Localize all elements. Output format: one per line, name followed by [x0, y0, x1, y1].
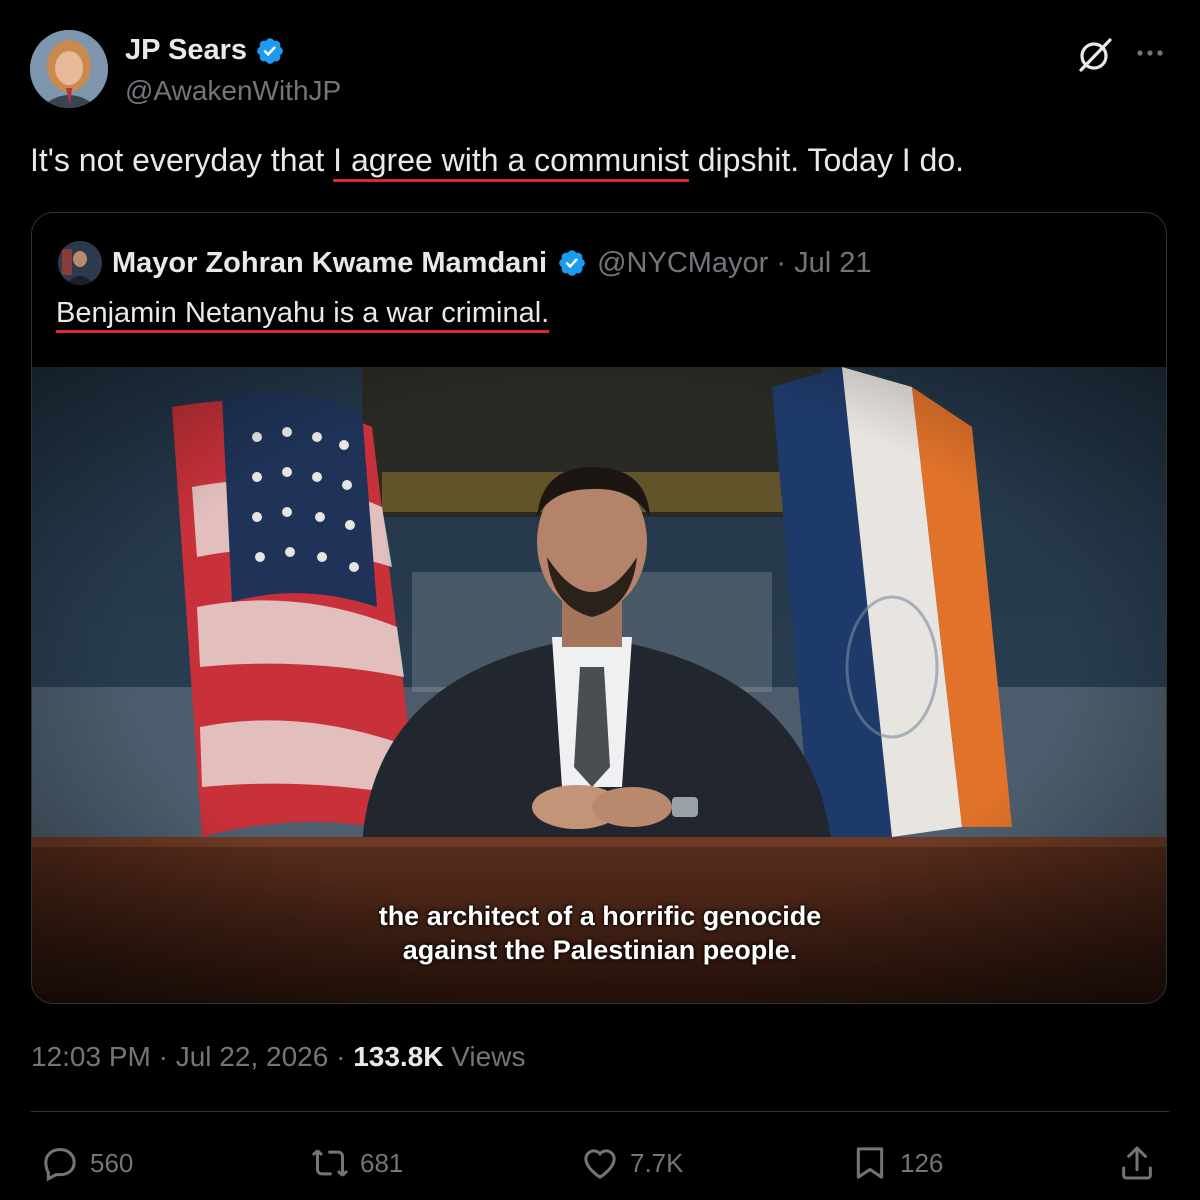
quoted-handle-date: @NYCMayor · Jul 21 — [597, 246, 872, 279]
author-handle[interactable]: @AwakenWithJP — [125, 75, 341, 107]
divider — [31, 1111, 1169, 1112]
reply-icon — [44, 1148, 76, 1182]
bookmark-count: 126 — [900, 1147, 944, 1178]
bookmark-icon — [856, 1147, 884, 1179]
views-label: Views — [443, 1041, 526, 1072]
quoted-text-highlight: Benjamin Netanyahu is a war criminal. — [56, 297, 550, 329]
share-icon — [1122, 1146, 1152, 1180]
views-count: 133.8K — [353, 1041, 444, 1072]
quoted-text: Benjamin Netanyahu is a war criminal. — [56, 297, 549, 330]
video-caption-line1: the architect of a horrific genocide — [378, 901, 822, 931]
tweet-text-before: It's not everyday that — [30, 142, 334, 178]
like-count: 7.7K — [630, 1147, 684, 1178]
video-caption-line2: against the Palestinian people. — [402, 935, 798, 965]
repost-button[interactable]: 681 — [310, 1143, 403, 1183]
tweet-meta: 12:03 PM · Jul 22, 2026 · 133.8K Views — [31, 1041, 525, 1073]
tweet-text-after: dipshit. Today I do. — [688, 142, 964, 178]
bookmark-button[interactable]: 126 — [850, 1143, 943, 1183]
author-name-row: JP Sears — [125, 34, 285, 67]
reply-count: 560 — [90, 1147, 134, 1178]
quoted-video[interactable]: the architect of a horrific genocide aga… — [32, 367, 1166, 1003]
tweet-text-highlight: I agree with a communist — [333, 142, 689, 178]
grok-icon[interactable] — [1075, 35, 1115, 75]
author-avatar[interactable] — [30, 30, 108, 108]
repost-icon — [311, 1149, 349, 1177]
author-name[interactable]: JP Sears — [125, 34, 247, 67]
quoted-tweet-card[interactable]: Mayor Zohran Kwame Mamdani @NYCMayor · J… — [31, 212, 1167, 1004]
repost-count: 681 — [360, 1147, 404, 1178]
quoted-name[interactable]: Mayor Zohran Kwame Mamdani — [112, 247, 547, 280]
video-caption: the architect of a horrific genocide aga… — [32, 899, 1166, 967]
more-icon[interactable] — [1133, 36, 1167, 70]
like-icon — [584, 1149, 616, 1179]
reply-button[interactable]: 560 — [40, 1143, 133, 1183]
quoted-verified-badge-icon — [559, 250, 585, 276]
quoted-avatar[interactable] — [58, 241, 102, 285]
verified-badge-icon — [257, 37, 283, 64]
tweet-timestamp[interactable]: 12:03 PM · Jul 22, 2026 · — [31, 1041, 353, 1072]
tweet-text: It's not everyday that I agree with a co… — [30, 142, 964, 179]
like-button[interactable]: 7.7K — [580, 1143, 684, 1183]
quoted-header: Mayor Zohran Kwame Mamdani @NYCMayor · J… — [58, 241, 872, 285]
share-button[interactable] — [1117, 1143, 1157, 1183]
